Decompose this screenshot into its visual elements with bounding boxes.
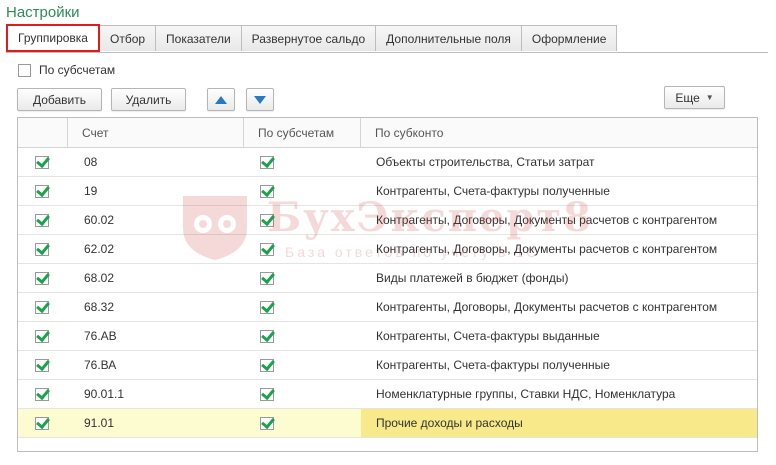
arrow-up-icon [215,95,227,104]
row-account: 19 [84,184,98,198]
tab-additional-fields[interactable]: Дополнительные поля [375,25,522,51]
tab-indicators[interactable]: Показатели [155,25,242,51]
row-use-cell [18,148,68,176]
delete-button[interactable]: Удалить [111,88,186,111]
table-row[interactable]: 62.02 Контрагенты, Договоры, Документы ра… [18,235,757,264]
row-subconto: Контрагенты, Счета-фактуры полученные [376,184,610,198]
row-subaccounts-checkbox[interactable] [260,242,274,256]
row-subconto: Объекты строительства, Статьи затрат [376,155,595,169]
tab-bar: Группировка Отбор Показатели Развернутое… [6,24,618,52]
row-subconto: Контрагенты, Договоры, Документы расчето… [376,242,718,256]
row-subaccounts-cell [244,293,361,321]
row-use-checkbox[interactable] [35,387,49,401]
row-subaccounts-cell [244,235,361,263]
row-account: 08 [84,155,98,169]
row-use-checkbox[interactable] [35,416,49,430]
row-subaccounts-cell [244,322,361,350]
table-row[interactable]: 60.02 Контрагенты, Договоры, Документы ра… [18,206,757,235]
row-subaccounts-cell [244,409,361,437]
row-use-cell [18,409,68,437]
subaccounts-option: По субсчетам [18,63,115,77]
row-use-cell [18,235,68,263]
row-use-checkbox[interactable] [35,155,49,169]
row-account: 76.АВ [84,329,117,343]
table-header: Счет По субсчетам По субконто [18,118,757,148]
row-use-checkbox[interactable] [35,358,49,372]
row-subaccounts-cell [244,177,361,205]
row-subaccounts-cell [244,264,361,292]
table-row[interactable]: 19 Контрагенты, Счета-фактуры полученные [18,177,757,206]
row-use-cell [18,206,68,234]
table-row[interactable]: 91.01 Прочие доходы и расходы [18,409,757,438]
subaccounts-label: По субсчетам [39,63,116,77]
table-row[interactable]: 76.ВА Контрагенты, Счета-фактуры полученн… [18,351,757,380]
arrow-down-icon [254,95,266,104]
header-by-subaccounts[interactable]: По субсчетам [244,118,361,147]
row-subaccounts-checkbox[interactable] [260,416,274,430]
row-subaccounts-checkbox[interactable] [260,271,274,285]
table-row[interactable]: 08 Объекты строительства, Статьи затрат [18,148,757,177]
tab-grouping[interactable]: Группировка [6,24,100,52]
row-use-checkbox[interactable] [35,271,49,285]
row-subaccounts-cell [244,148,361,176]
subaccounts-checkbox[interactable] [18,63,31,77]
row-subaccounts-cell [244,206,361,234]
header-check [18,118,68,147]
row-use-cell [18,380,68,408]
row-use-cell [18,293,68,321]
row-subconto: Контрагенты, Договоры, Документы расчето… [376,300,718,314]
row-subconto: Контрагенты, Счета-фактуры полученные [376,358,610,372]
header-by-subconto[interactable]: По субконто [361,118,757,147]
row-subaccounts-checkbox[interactable] [260,358,274,372]
settings-title: Настройки [6,4,80,21]
row-use-cell [18,322,68,350]
move-down-button[interactable] [246,88,274,111]
tab-appearance[interactable]: Оформление [520,25,618,51]
row-subaccounts-checkbox[interactable] [260,155,274,169]
table-row[interactable]: 76.АВ Контрагенты, Счета-фактуры выданные [18,322,757,351]
tab-divider [6,52,768,53]
row-use-cell [18,351,68,379]
table-row[interactable]: 68.32 Контрагенты, Договоры, Документы ра… [18,293,757,322]
row-subconto: Прочие доходы и расходы [361,409,757,437]
row-use-checkbox[interactable] [35,242,49,256]
add-button[interactable]: Добавить [17,88,102,111]
grouping-table: Счет По субсчетам По субконто 08 Объекты … [17,117,758,452]
row-subconto: Контрагенты, Договоры, Документы расчето… [376,213,718,227]
row-subaccounts-checkbox[interactable] [260,184,274,198]
table-row[interactable]: 90.01.1 Номенклатурные группы, Ставки НДС… [18,380,757,409]
row-account: 68.32 [84,300,115,314]
row-subconto: Номенклатурные группы, Ставки НДС, Номен… [376,387,676,401]
table-row[interactable]: 68.02 Виды платежей в бюджет (фонды) [18,264,757,293]
row-use-checkbox[interactable] [35,329,49,343]
row-subconto: Контрагенты, Счета-фактуры выданные [376,329,600,343]
tab-filter[interactable]: Отбор [98,25,157,51]
row-account: 68.02 [84,271,115,285]
row-subaccounts-checkbox[interactable] [260,387,274,401]
row-subaccounts-cell [244,351,361,379]
row-account: 90.01.1 [84,387,125,401]
move-up-button[interactable] [207,88,235,111]
tab-expanded-balance[interactable]: Развернутое сальдо [240,25,377,51]
more-label: Еще [675,90,700,105]
row-account: 60.02 [84,213,115,227]
row-subaccounts-cell [244,380,361,408]
header-account[interactable]: Счет [68,118,244,147]
row-subaccounts-checkbox[interactable] [260,300,274,314]
row-account: 91.01 [84,416,115,430]
row-use-checkbox[interactable] [35,213,49,227]
more-button[interactable]: Еще ▼ [664,86,725,109]
row-subconto: Виды платежей в бюджет (фонды) [376,271,569,285]
row-use-checkbox[interactable] [35,300,49,314]
row-use-checkbox[interactable] [35,184,49,198]
row-subaccounts-checkbox[interactable] [260,329,274,343]
row-account: 76.ВА [84,358,117,372]
row-use-cell [18,264,68,292]
row-subaccounts-checkbox[interactable] [260,213,274,227]
row-use-cell [18,177,68,205]
chevron-down-icon: ▼ [705,93,714,102]
row-account: 62.02 [84,242,115,256]
